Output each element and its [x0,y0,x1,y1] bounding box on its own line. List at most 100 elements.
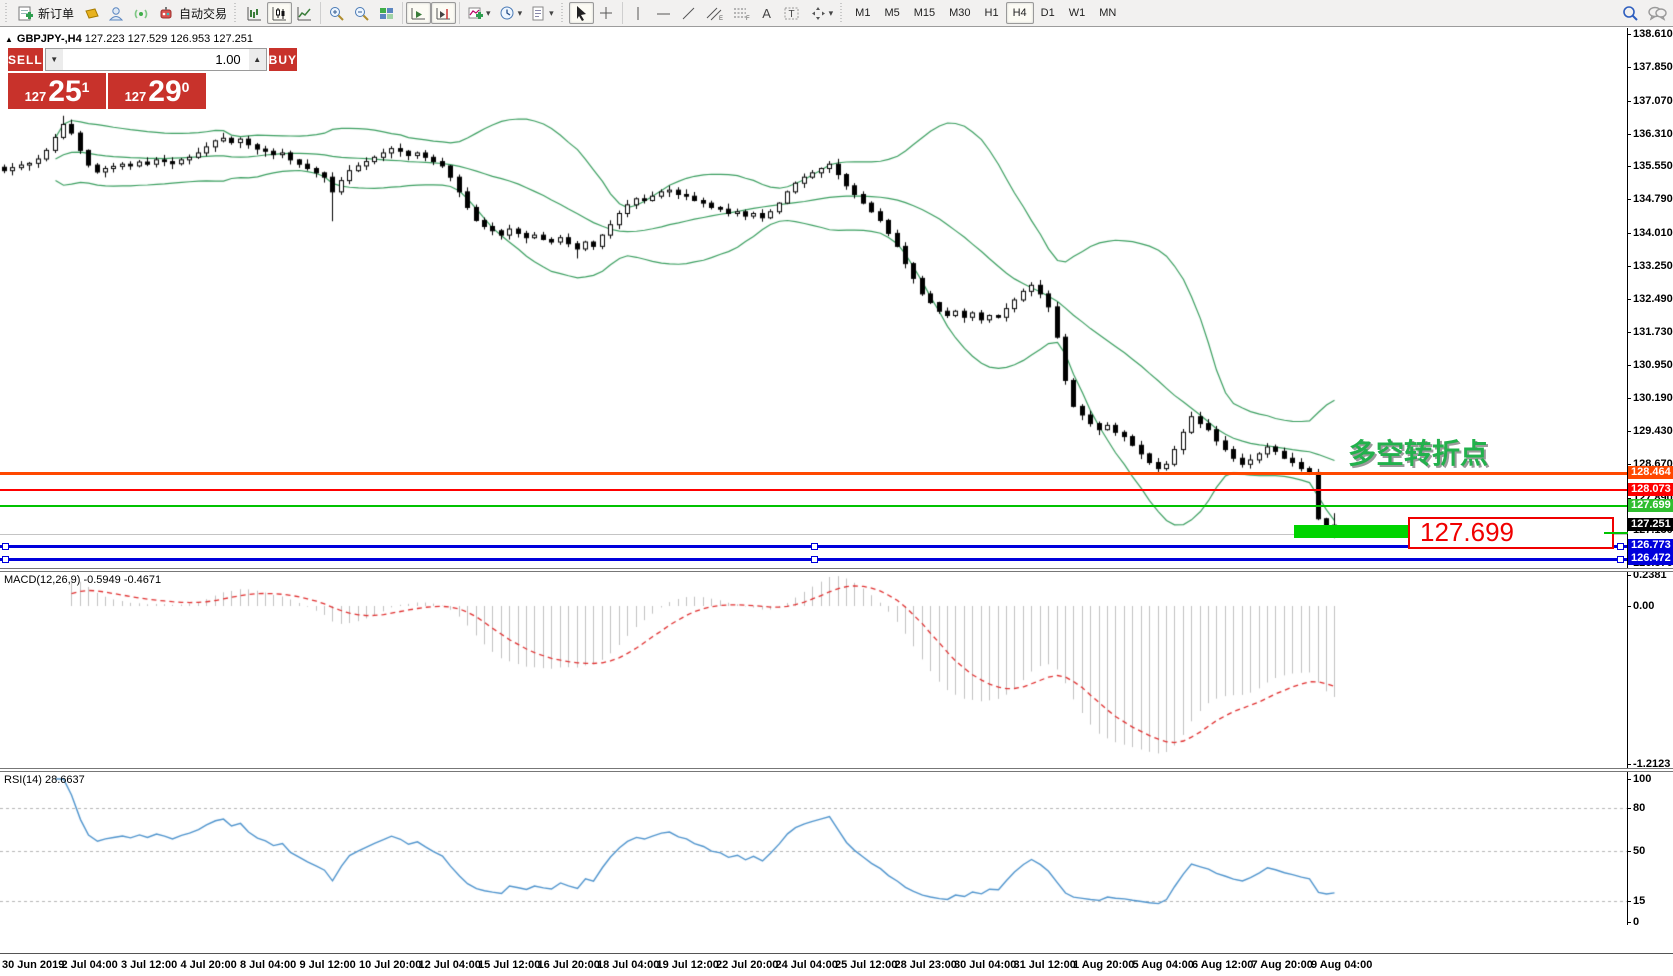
main-chart-canvas[interactable] [0,28,1627,568]
tf-d1-button[interactable]: D1 [1034,2,1062,24]
toolbar-grip[interactable] [5,3,10,23]
signals-button[interactable] [129,2,154,24]
tf-h1-button[interactable]: H1 [978,2,1006,24]
time-tick-label: 31 Jul 12:00 [1014,959,1076,971]
chart-window[interactable]: ▲GBPJPY-,H4 127.223 127.529 126.953 127.… [0,28,1673,947]
search-icon [1621,4,1639,22]
toolbar-grip[interactable] [840,3,845,23]
macd-pane[interactable] [0,571,1627,768]
line-drag-handle[interactable] [811,543,818,550]
pane-separator[interactable] [0,568,1673,572]
chart-shift-button[interactable] [431,2,456,24]
trendline-tool-button[interactable] [676,2,701,24]
volume-increase-button[interactable]: ▲ [249,49,266,70]
time-tick-label: 5 Aug 04:00 [1133,959,1194,971]
rsi-canvas[interactable] [0,771,1627,925]
new-order-icon [17,5,34,22]
rsi-pane[interactable] [0,771,1627,925]
crosshair-icon [598,5,615,22]
time-tick-label: 28 Jul 23:00 [895,959,957,971]
buy-button[interactable]: BUY [269,48,297,71]
macd-canvas[interactable] [0,571,1627,768]
time-axis[interactable]: 30 Jun 20192 Jul 04:003 Jul 12:004 Jul 2… [0,953,1673,976]
tile-windows-button[interactable] [374,2,399,24]
hline-tool-button[interactable] [651,2,676,24]
autotrading-label: 自动交易 [179,5,227,22]
time-tick-label: 6 Aug 12:00 [1192,959,1253,971]
tf-h4-button[interactable]: H4 [1006,2,1034,24]
tf-m5-button[interactable]: M5 [877,2,906,24]
time-tick-label: 24 Jul 04:00 [776,959,838,971]
new-order-button[interactable]: 新订单 [13,2,78,24]
community-button[interactable] [104,2,129,24]
price-tick-label: 134.010 [1633,227,1673,239]
gold-ingot-button[interactable] [78,2,104,24]
line-drag-handle[interactable] [1617,556,1624,563]
rsi-label: RSI(14) 28.6637 [4,774,85,786]
fibonacci-tool-button[interactable]: F [728,2,755,24]
price-tick-label: 136.310 [1633,128,1673,140]
tf-w1-button[interactable]: W1 [1062,2,1093,24]
label-connector-line [1604,532,1628,534]
chart-bars-button[interactable] [242,2,267,24]
tf-m30-button[interactable]: M30 [942,2,977,24]
signals-icon [133,5,150,22]
autotrading-button[interactable]: 自动交易 [154,2,231,24]
price-tick-label: 137.070 [1633,95,1673,107]
tf-m15-button[interactable]: M15 [907,2,942,24]
tf-m1-button[interactable]: M1 [848,2,877,24]
cn-annotation-text[interactable]: 多空转折点 [1348,432,1488,472]
line-drag-handle[interactable] [2,556,9,563]
indicators-button[interactable]: ▾ [463,2,495,24]
horizontal-line-object[interactable] [0,505,1627,507]
time-tick-label: 15 Jul 12:00 [478,959,540,971]
periods-button[interactable]: ▾ [495,2,527,24]
time-tick-label: 16 Jul 20:00 [538,959,600,971]
bar-chart-icon [246,5,263,22]
cursor-tool-button[interactable] [569,2,594,24]
label-tool-button[interactable]: T [779,2,806,24]
price-tick-label: 132.490 [1633,293,1673,305]
collapse-arrow-icon[interactable]: ▲ [5,35,13,44]
volume-decrease-button[interactable]: ▼ [46,49,63,70]
one-click-trading-panel: SELL ▼ ▲ BUY 127251 127290 [8,48,206,109]
autoscroll-icon [410,5,427,22]
main-price-pane[interactable] [0,28,1627,568]
channel-tool-button[interactable]: E [701,2,728,24]
volume-stepper: ▼ ▲ [45,48,267,71]
ask-price-display[interactable]: 127290 [108,73,206,109]
price-tag: 127.699 [1628,499,1673,512]
toolbar-grip[interactable] [561,3,566,23]
price-tick-label: 137.850 [1633,61,1673,73]
crosshair-tool-button[interactable] [594,2,619,24]
big-price-label[interactable]: 127.699 [1408,517,1614,549]
arrows-tool-button[interactable]: ▾ [806,2,838,24]
time-tick-label: 8 Jul 04:00 [240,959,296,971]
price-tick-label: 130.190 [1633,392,1673,404]
zoom-out-button[interactable] [349,2,374,24]
line-drag-handle[interactable] [2,543,9,550]
sell-button[interactable]: SELL [8,48,43,71]
templates-button[interactable]: ▾ [526,2,558,24]
horizontal-line-object[interactable] [0,489,1627,491]
tf-mn-button[interactable]: MN [1092,2,1123,24]
text-tool-button[interactable]: A [755,2,779,24]
ask-big-digits: 29 [148,77,181,107]
caret-down-icon: ▾ [549,8,554,19]
volume-input[interactable] [63,49,249,70]
search-button[interactable] [1617,2,1643,24]
bid-price-display[interactable]: 127251 [8,73,106,109]
autoscroll-button[interactable] [406,2,431,24]
chat-button[interactable] [1643,2,1671,24]
symbol-period-label: GBPJPY-,H4 [17,33,82,45]
chart-candles-button[interactable] [267,2,292,24]
zoom-in-icon [328,5,345,22]
chart-line-button[interactable] [292,2,317,24]
zoom-in-button[interactable] [324,2,349,24]
horizontal-line-object[interactable] [0,472,1627,475]
toolbar-grip[interactable] [234,3,239,23]
pane-separator[interactable] [0,768,1673,772]
line-drag-handle[interactable] [811,556,818,563]
line-drag-handle[interactable] [1617,543,1624,550]
vline-tool-button[interactable] [626,2,651,24]
